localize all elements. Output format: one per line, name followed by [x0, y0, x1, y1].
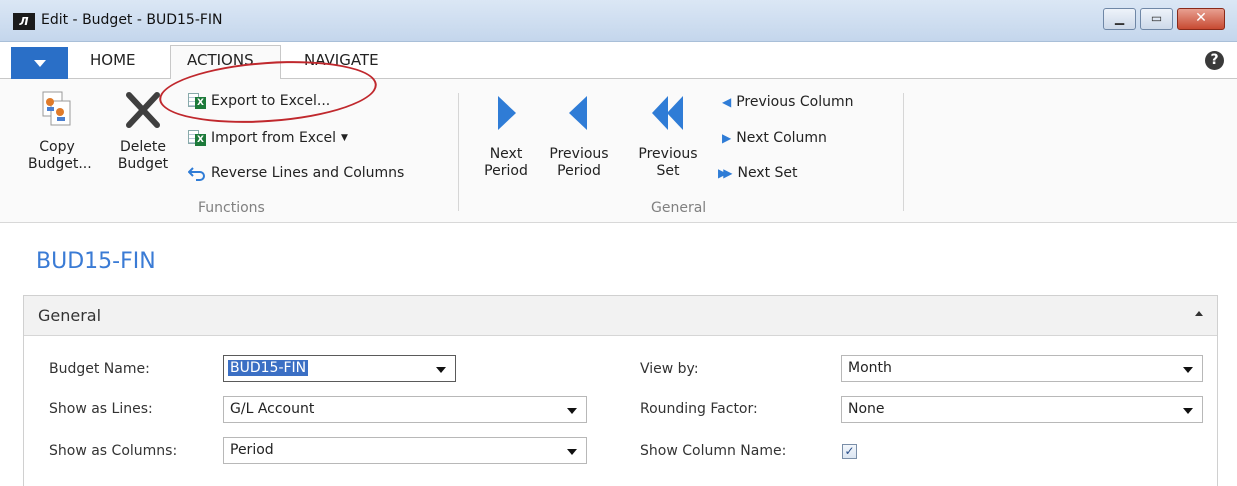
- reverse-icon: [188, 167, 205, 181]
- show-column-name-checkbox[interactable]: ✓: [842, 444, 857, 459]
- chevron-down-icon: [1183, 367, 1193, 373]
- previous-column-label: Previous Column: [736, 94, 854, 110]
- reverse-lines-columns-label: Reverse Lines and Columns: [211, 165, 405, 181]
- functions-group-label: Functions: [198, 200, 265, 216]
- previous-period-icon: [569, 96, 587, 130]
- window-controls: ▁ ▭ ✕: [1103, 8, 1225, 30]
- window-title: Edit - Budget - BUD15-FIN: [41, 12, 223, 28]
- rounding-factor-label: Rounding Factor:: [640, 401, 758, 417]
- budget-name-value: BUD15-FIN: [228, 360, 309, 376]
- collapse-icon[interactable]: [1195, 311, 1203, 316]
- close-icon: ✕: [1195, 10, 1207, 26]
- next-set-button[interactable]: ▶▶ Next Set: [718, 165, 798, 181]
- maximize-button[interactable]: ▭: [1140, 8, 1173, 30]
- ribbon-separator: [458, 93, 459, 211]
- app-menu-button[interactable]: [11, 47, 68, 79]
- view-by-value: Month: [848, 360, 892, 376]
- import-from-excel-button[interactable]: X Import from Excel ▼: [188, 130, 348, 146]
- tab-home[interactable]: HOME: [90, 51, 136, 69]
- previous-set-label-1: Previous: [638, 146, 698, 162]
- general-panel: General: [23, 295, 1218, 486]
- help-icon[interactable]: ?: [1205, 51, 1224, 70]
- previous-period-button[interactable]: Previous Period: [543, 94, 615, 180]
- previous-column-button[interactable]: ◀ Previous Column: [722, 94, 853, 110]
- maximize-icon: ▭: [1150, 11, 1163, 25]
- ribbon-separator: [903, 93, 904, 211]
- next-period-label-1: Next: [489, 146, 523, 162]
- previous-set-button[interactable]: Previous Set: [628, 94, 708, 180]
- previous-period-label-1: Previous: [549, 146, 609, 162]
- checkmark-icon: ✓: [844, 444, 855, 458]
- view-by-select[interactable]: Month: [841, 355, 1203, 382]
- delete-icon: [126, 92, 160, 128]
- delete-budget-label-2: Budget: [117, 156, 169, 172]
- delete-budget-label-1: Delete: [120, 139, 166, 155]
- minimize-icon: ▁: [1114, 11, 1125, 25]
- show-as-columns-label: Show as Columns:: [49, 443, 178, 459]
- previous-period-label-2: Period: [557, 163, 601, 179]
- close-button[interactable]: ✕: [1177, 8, 1225, 30]
- chevron-down-icon: ▼: [341, 133, 348, 143]
- title-bar: Л Edit - Budget - BUD15-FIN ▁ ▭ ✕: [0, 0, 1237, 42]
- show-as-lines-select[interactable]: G/L Account: [223, 396, 587, 423]
- minimize-button[interactable]: ▁: [1103, 8, 1136, 30]
- next-set-icon: ▶▶: [718, 166, 733, 180]
- import-from-excel-label: Import from Excel: [211, 130, 337, 146]
- copy-budget-icon: [42, 91, 71, 126]
- excel-import-icon: X: [188, 130, 206, 146]
- reverse-lines-columns-button[interactable]: Reverse Lines and Columns: [188, 165, 404, 181]
- chevron-down-icon: [567, 408, 577, 414]
- show-as-lines-value: G/L Account: [230, 401, 315, 417]
- next-period-icon: [498, 96, 516, 130]
- chevron-down-icon: [567, 449, 577, 455]
- chevron-down-icon: [34, 60, 46, 67]
- next-period-label-2: Period: [484, 163, 528, 179]
- next-set-label: Next Set: [737, 165, 798, 181]
- view-by-label: View by:: [640, 361, 699, 377]
- previous-set-label-2: Set: [656, 163, 680, 179]
- rounding-factor-value: None: [848, 401, 885, 417]
- rounding-factor-select[interactable]: None: [841, 396, 1203, 423]
- show-as-columns-value: Period: [230, 442, 274, 458]
- next-period-button[interactable]: Next Period: [476, 94, 536, 180]
- copy-budget-label-2: Budget...: [28, 156, 92, 172]
- show-as-columns-select[interactable]: Period: [223, 437, 587, 464]
- previous-set-icon: [652, 96, 683, 130]
- page-title: BUD15-FIN: [36, 249, 156, 274]
- copy-budget-label-1: Copy: [39, 139, 75, 155]
- next-column-icon: ▶: [722, 131, 732, 145]
- logo-icon: Л: [13, 13, 35, 30]
- show-as-lines-label: Show as Lines:: [49, 401, 153, 417]
- budget-name-field[interactable]: BUD15-FIN: [223, 355, 456, 382]
- chevron-down-icon: [1183, 408, 1193, 414]
- next-column-label: Next Column: [736, 130, 827, 146]
- general-panel-header[interactable]: General: [24, 296, 1217, 336]
- budget-name-label: Budget Name:: [49, 361, 150, 377]
- general-group-label: General: [651, 200, 707, 216]
- copy-budget-button[interactable]: Copy Budget...: [28, 89, 92, 173]
- chevron-down-icon: [436, 367, 446, 373]
- show-column-name-label: Show Column Name:: [640, 443, 787, 459]
- next-column-button[interactable]: ▶ Next Column: [722, 130, 827, 146]
- previous-column-icon: ◀: [722, 95, 732, 109]
- general-panel-title: General: [38, 306, 102, 325]
